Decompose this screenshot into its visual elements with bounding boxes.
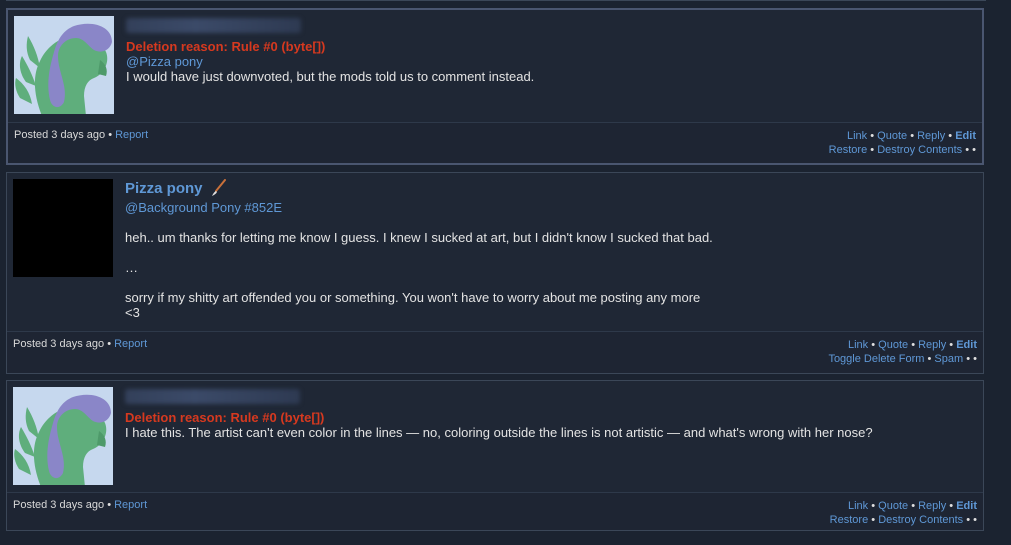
posted-time: Posted 3 days ago [13, 499, 105, 511]
redacted-author-name [125, 389, 300, 404]
restore-action[interactable]: Restore [829, 144, 868, 156]
comment-footer: Posted 3 days ago • Report Link • Quote … [7, 492, 983, 530]
report-link[interactable]: Report [114, 499, 147, 511]
edit-action[interactable]: Edit [956, 339, 977, 351]
post-meta: Posted 3 days ago • Report [13, 499, 148, 511]
comment-actions: Link • Quote • Reply • Edit Toggle Delet… [828, 339, 977, 365]
quote-action[interactable]: Quote [878, 339, 908, 351]
edit-action[interactable]: Edit [956, 500, 977, 512]
black-avatar[interactable] [13, 179, 113, 277]
restore-action[interactable]: Restore [830, 514, 869, 526]
pony-silhouette-icon[interactable] [14, 16, 114, 114]
deletion-reason: Deletion reason: Rule #0 (byte[]) [125, 410, 325, 425]
report-link[interactable]: Report [114, 338, 147, 350]
posted-time: Posted 3 days ago [13, 338, 105, 350]
mention-link[interactable]: @Pizza pony [126, 54, 976, 69]
reply-action[interactable]: Reply [917, 130, 945, 142]
redacted-author-name [126, 18, 301, 33]
comment-text: I would have just downvoted, but the mod… [126, 69, 535, 84]
link-action[interactable]: Link [847, 130, 867, 142]
destroy-contents-action[interactable]: Destroy Contents [877, 144, 962, 156]
post-meta: Posted 3 days ago • Report [13, 338, 148, 350]
quote-action[interactable]: Quote [878, 500, 908, 512]
quote-action[interactable]: Quote [877, 130, 907, 142]
reply-action[interactable]: Reply [918, 339, 946, 351]
author-name[interactable]: Pizza pony [125, 180, 203, 197]
spam-action[interactable]: Spam [934, 353, 963, 365]
comment-actions: Link • Quote • Reply • Edit Restore • De… [829, 500, 977, 526]
comment-text: I hate this. The artist can't even color… [125, 425, 873, 440]
comment-paragraph: … [125, 260, 138, 275]
comment-card: Deletion reason: Rule #0 (byte[]) @Pizza… [6, 8, 984, 165]
top-divider [6, 0, 986, 1]
comment-card: Deletion reason: Rule #0 (byte[]) I hate… [6, 380, 984, 531]
comment-paragraph: heh.. um thanks for letting me know I gu… [125, 230, 713, 245]
comment-card: Pizza pony @Background Pony #852E heh.. … [6, 172, 984, 374]
mention-link[interactable]: @Background Pony #852E [125, 200, 977, 215]
link-action[interactable]: Link [848, 339, 868, 351]
toggle-delete-form-action[interactable]: Toggle Delete Form [828, 353, 924, 365]
paintbrush-icon [211, 179, 226, 196]
pony-silhouette-icon[interactable] [13, 387, 113, 485]
post-meta: Posted 3 days ago • Report [14, 129, 149, 141]
link-action[interactable]: Link [848, 500, 868, 512]
destroy-contents-action[interactable]: Destroy Contents [878, 514, 963, 526]
comment-paragraph: <3 [125, 305, 140, 320]
comment-actions: Link • Quote • Reply • Edit Restore • De… [828, 130, 976, 156]
comment-paragraph: sorry if my shitty art offended you or s… [125, 290, 701, 305]
report-link[interactable]: Report [115, 129, 148, 141]
comment-footer: Posted 3 days ago • Report Link • Quote … [8, 122, 982, 163]
edit-action[interactable]: Edit [955, 130, 976, 142]
posted-time: Posted 3 days ago [14, 129, 106, 141]
comment-footer: Posted 3 days ago • Report Link • Quote … [7, 331, 983, 373]
reply-action[interactable]: Reply [918, 500, 946, 512]
deletion-reason: Deletion reason: Rule #0 (byte[]) [126, 39, 326, 54]
